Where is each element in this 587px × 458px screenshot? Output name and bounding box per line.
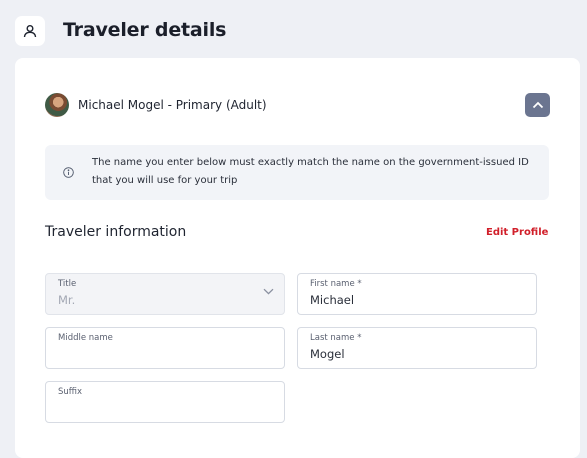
middle-name-field[interactable]: Middle name — [45, 327, 285, 369]
traveler-header[interactable]: Michael Mogel - Primary (Adult) — [45, 93, 550, 119]
user-icon — [15, 16, 45, 46]
first-name-label: First name * — [310, 279, 362, 289]
title-select[interactable]: Title Mr. — [45, 273, 285, 315]
page-title: Traveler details — [63, 19, 227, 41]
suffix-field[interactable]: Suffix — [45, 381, 285, 423]
title-value: Mr. — [58, 293, 76, 307]
edit-profile-link[interactable]: Edit Profile — [486, 227, 548, 238]
last-name-label: Last name * — [310, 333, 362, 343]
chevron-down-icon — [263, 288, 274, 295]
middle-name-label: Middle name — [58, 333, 113, 343]
traveler-card: Michael Mogel - Primary (Adult) The name… — [15, 58, 580, 458]
last-name-value: Mogel — [310, 347, 345, 361]
title-label: Title — [58, 279, 77, 289]
suffix-label: Suffix — [58, 387, 83, 397]
collapse-button[interactable] — [525, 93, 550, 117]
id-notice: The name you enter below must exactly ma… — [45, 145, 549, 200]
info-icon — [63, 167, 74, 178]
first-name-value: Michael — [310, 293, 355, 307]
notice-text: The name you enter below must exactly ma… — [92, 157, 529, 186]
section-title: Traveler information — [45, 224, 187, 240]
last-name-field[interactable]: Last name * Mogel — [297, 327, 537, 369]
traveler-name: Michael Mogel - Primary (Adult) — [78, 98, 267, 112]
avatar — [45, 93, 69, 117]
first-name-field[interactable]: First name * Michael — [297, 273, 537, 315]
chevron-up-icon — [532, 101, 543, 109]
